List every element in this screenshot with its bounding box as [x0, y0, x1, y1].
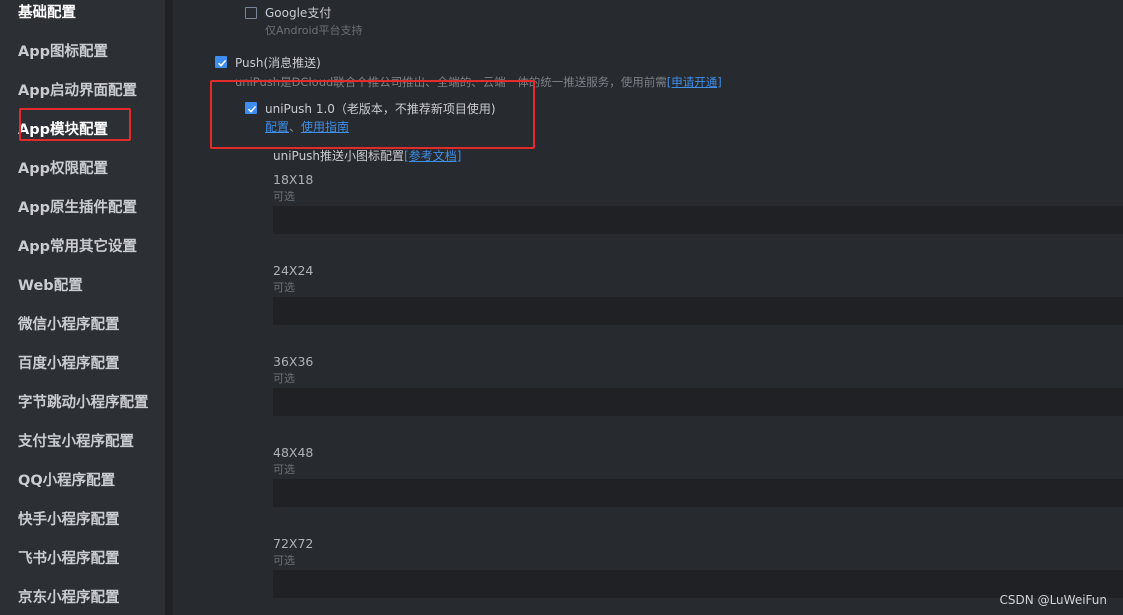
- icon-size-optional-36: 可选: [273, 372, 295, 385]
- google-pay-checkbox[interactable]: [245, 7, 257, 19]
- icon-path-input-48[interactable]: [273, 479, 1123, 507]
- small-icon-doc-link[interactable]: [参考文档]: [404, 149, 461, 163]
- sidebar-item-qq-mp[interactable]: QQ小程序配置: [18, 471, 115, 491]
- unipush1-guide-link[interactable]: 使用指南: [301, 120, 349, 134]
- google-pay-label: Google支付: [265, 6, 332, 20]
- sidebar-item-app-permissions[interactable]: App权限配置: [18, 159, 108, 179]
- sidebar-highlight-box: [19, 108, 131, 141]
- watermark: CSDN @LuWeiFun: [999, 593, 1107, 607]
- sidebar-item-app-native-plugins[interactable]: App原生插件配置: [18, 198, 137, 218]
- unipush1-config-link[interactable]: 配置: [265, 120, 289, 134]
- sidebar-item-feishu-mp[interactable]: 飞书小程序配置: [18, 549, 120, 569]
- sidebar-item-toutiao-mp[interactable]: 字节跳动小程序配置: [18, 393, 149, 413]
- sidebar-item-baidu-mp[interactable]: 百度小程序配置: [18, 354, 120, 374]
- sidebar-item-app-icon[interactable]: App图标配置: [18, 42, 108, 62]
- settings-window: 基础配置 App图标配置 App启动界面配置 App模块配置 App权限配置 A…: [0, 0, 1123, 615]
- push-checkbox[interactable]: [215, 56, 227, 68]
- sidebar-scrollbar[interactable]: [165, 0, 173, 615]
- sidebar-item-kuaishou-mp[interactable]: 快手小程序配置: [18, 510, 120, 530]
- icon-size-optional-72: 可选: [273, 554, 295, 567]
- icon-size-label-48: 48X48: [273, 445, 314, 460]
- unipush1-label: uniPush 1.0（老版本，不推荐新项目使用): [265, 102, 496, 116]
- icon-size-optional-48: 可选: [273, 463, 295, 476]
- icon-path-input-36[interactable]: [273, 388, 1123, 416]
- sidebar-item-web[interactable]: Web配置: [18, 276, 83, 296]
- icon-path-input-24[interactable]: [273, 297, 1123, 325]
- sidebar-item-basic[interactable]: 基础配置: [18, 3, 76, 23]
- icon-size-label-36: 36X36: [273, 354, 314, 369]
- check-icon: [217, 59, 227, 67]
- sidebar-item-app-other-settings[interactable]: App常用其它设置: [18, 237, 137, 257]
- link-separator: 、: [289, 120, 302, 134]
- check-icon: [247, 105, 257, 113]
- small-icon-title: uniPush推送小图标配置[参考文档]: [273, 148, 461, 164]
- icon-path-input-72[interactable]: [273, 570, 1123, 598]
- push-label: Push(消息推送): [235, 56, 321, 70]
- sidebar-item-weixin-mp[interactable]: 微信小程序配置: [18, 315, 120, 335]
- sidebar-item-jd-mp[interactable]: 京东小程序配置: [18, 588, 120, 608]
- icon-size-optional-24: 可选: [273, 281, 295, 294]
- sidebar-item-alipay-mp[interactable]: 支付宝小程序配置: [18, 432, 134, 452]
- sidebar: 基础配置 App图标配置 App启动界面配置 App模块配置 App权限配置 A…: [0, 0, 165, 615]
- icon-size-label-72: 72X72: [273, 536, 314, 551]
- icon-path-input-18[interactable]: [273, 206, 1123, 234]
- unipush1-links: 配置、使用指南: [265, 120, 349, 134]
- unipush1-checkbox[interactable]: [245, 102, 257, 114]
- small-icon-title-text: uniPush推送小图标配置: [273, 149, 405, 163]
- apply-link[interactable]: [申请开通]: [667, 75, 722, 89]
- icon-size-label-24: 24X24: [273, 263, 314, 278]
- google-pay-note: 仅Android平台支持: [265, 24, 363, 37]
- icon-size-optional-18: 可选: [273, 190, 295, 203]
- icon-size-label-18: 18X18: [273, 172, 314, 187]
- sidebar-item-app-splash[interactable]: App启动界面配置: [18, 81, 137, 101]
